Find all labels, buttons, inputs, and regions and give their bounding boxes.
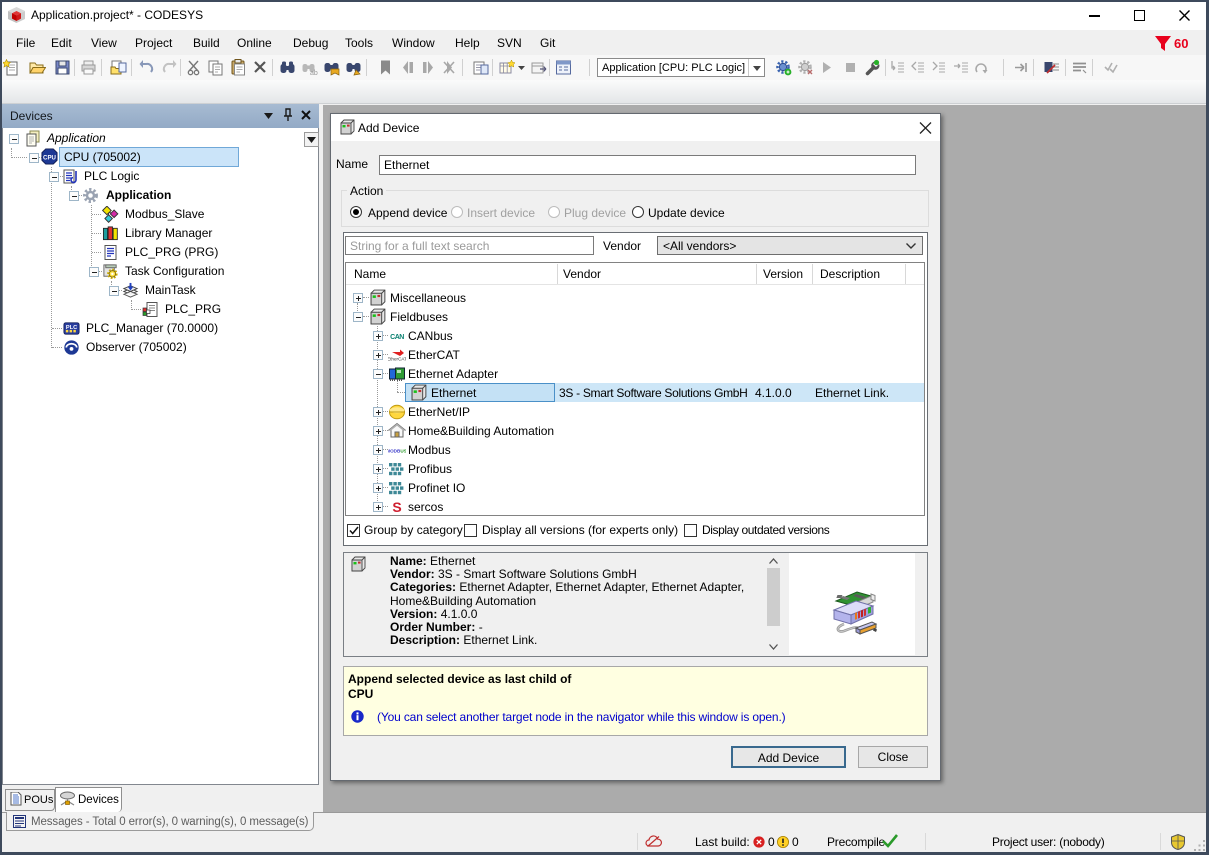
svg-text:MODBUS: MODBUS: [388, 449, 406, 454]
svg-text:ab: ab: [310, 70, 318, 76]
svg-text:CPU: CPU: [43, 154, 57, 161]
svg-text:S: S: [392, 499, 401, 515]
svg-text:EtherCAT: EtherCAT: [388, 357, 406, 362]
svg-text:CAN: CAN: [390, 334, 404, 341]
